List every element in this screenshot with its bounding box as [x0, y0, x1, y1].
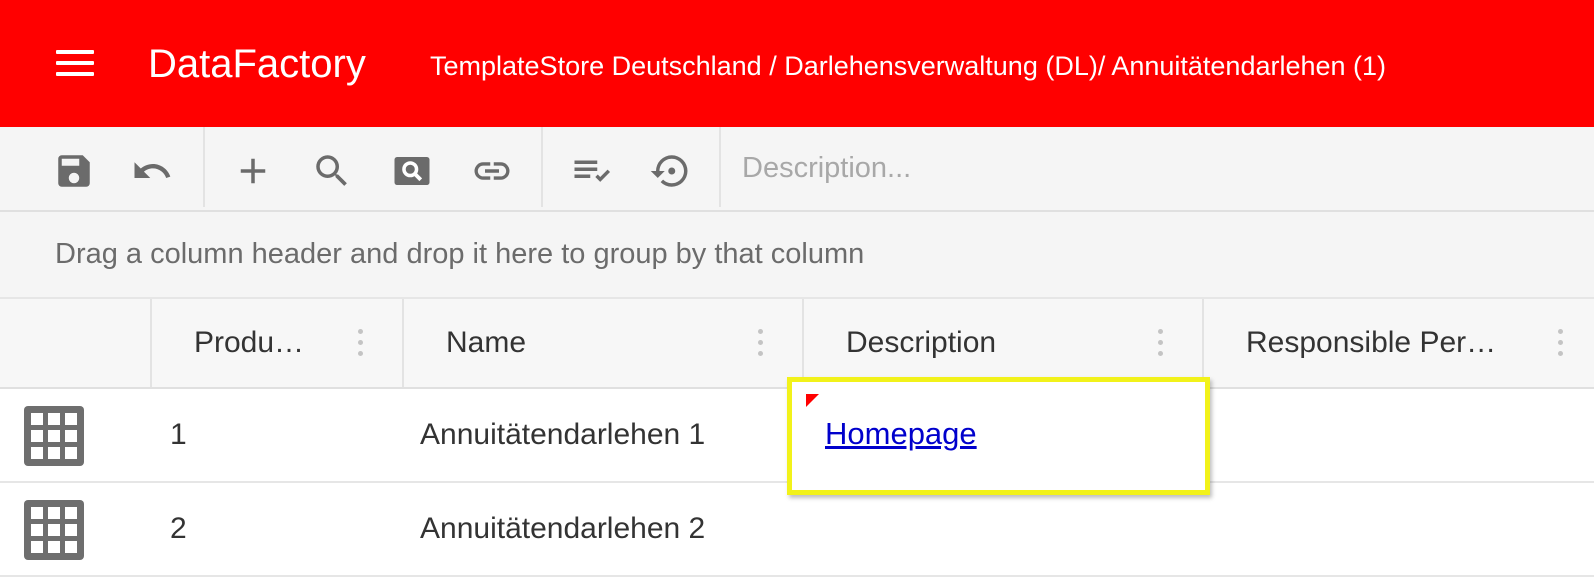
- cell-name[interactable]: Annuitätendarlehen 1: [420, 417, 705, 453]
- column-header-name[interactable]: Name: [402, 299, 802, 387]
- description-input[interactable]: [742, 145, 1562, 191]
- toolbar-separator: [203, 127, 205, 207]
- undo-icon[interactable]: [130, 149, 174, 193]
- cell-name[interactable]: Annuitätendarlehen 2: [420, 511, 705, 547]
- history-icon[interactable]: [648, 149, 692, 193]
- checklist-icon[interactable]: [570, 149, 614, 193]
- column-header-label: Description: [846, 326, 997, 359]
- cell-description-selected[interactable]: Homepage: [787, 377, 1210, 495]
- column-menu-icon[interactable]: [354, 329, 366, 359]
- column-header-label: Responsible Per…: [1246, 326, 1497, 359]
- column-header-description[interactable]: Description: [802, 299, 1202, 387]
- search-box-icon[interactable]: [390, 149, 434, 193]
- group-by-hint: Drag a column header and drop it here to…: [55, 238, 865, 270]
- cell-product-id[interactable]: 2: [170, 511, 187, 547]
- hamburger-menu-icon[interactable]: [56, 50, 94, 80]
- save-icon[interactable]: [52, 149, 96, 193]
- column-menu-icon[interactable]: [754, 329, 766, 359]
- toolbar: [0, 127, 1594, 212]
- add-icon[interactable]: [231, 149, 275, 193]
- column-header-label: Produ…: [194, 326, 305, 359]
- table-row[interactable]: 2 Annuitätendarlehen 2: [0, 483, 1594, 577]
- group-by-panel[interactable]: Drag a column header and drop it here to…: [0, 212, 1594, 299]
- grid-icon[interactable]: [22, 498, 86, 562]
- app-title: DataFactory: [148, 42, 366, 86]
- app-header: DataFactory TemplateStore Deutschland / …: [0, 0, 1594, 127]
- homepage-link[interactable]: Homepage: [825, 415, 977, 453]
- breadcrumb: TemplateStore Deutschland / Darlehensver…: [430, 51, 1387, 81]
- modified-marker: [806, 394, 819, 407]
- grid-header: Produ… Name Description Responsible Per…: [0, 299, 1594, 389]
- link-icon[interactable]: [470, 149, 514, 193]
- column-header-responsible-person[interactable]: Responsible Per…: [1202, 299, 1594, 387]
- column-menu-icon[interactable]: [1554, 329, 1566, 359]
- toolbar-separator: [541, 127, 543, 207]
- search-icon[interactable]: [310, 149, 354, 193]
- column-header-product[interactable]: Produ…: [150, 299, 402, 387]
- toolbar-separator: [719, 127, 721, 207]
- column-header-label: Name: [446, 326, 527, 359]
- column-menu-icon[interactable]: [1154, 329, 1166, 359]
- grid-icon[interactable]: [22, 404, 86, 468]
- cell-product-id[interactable]: 1: [170, 417, 187, 453]
